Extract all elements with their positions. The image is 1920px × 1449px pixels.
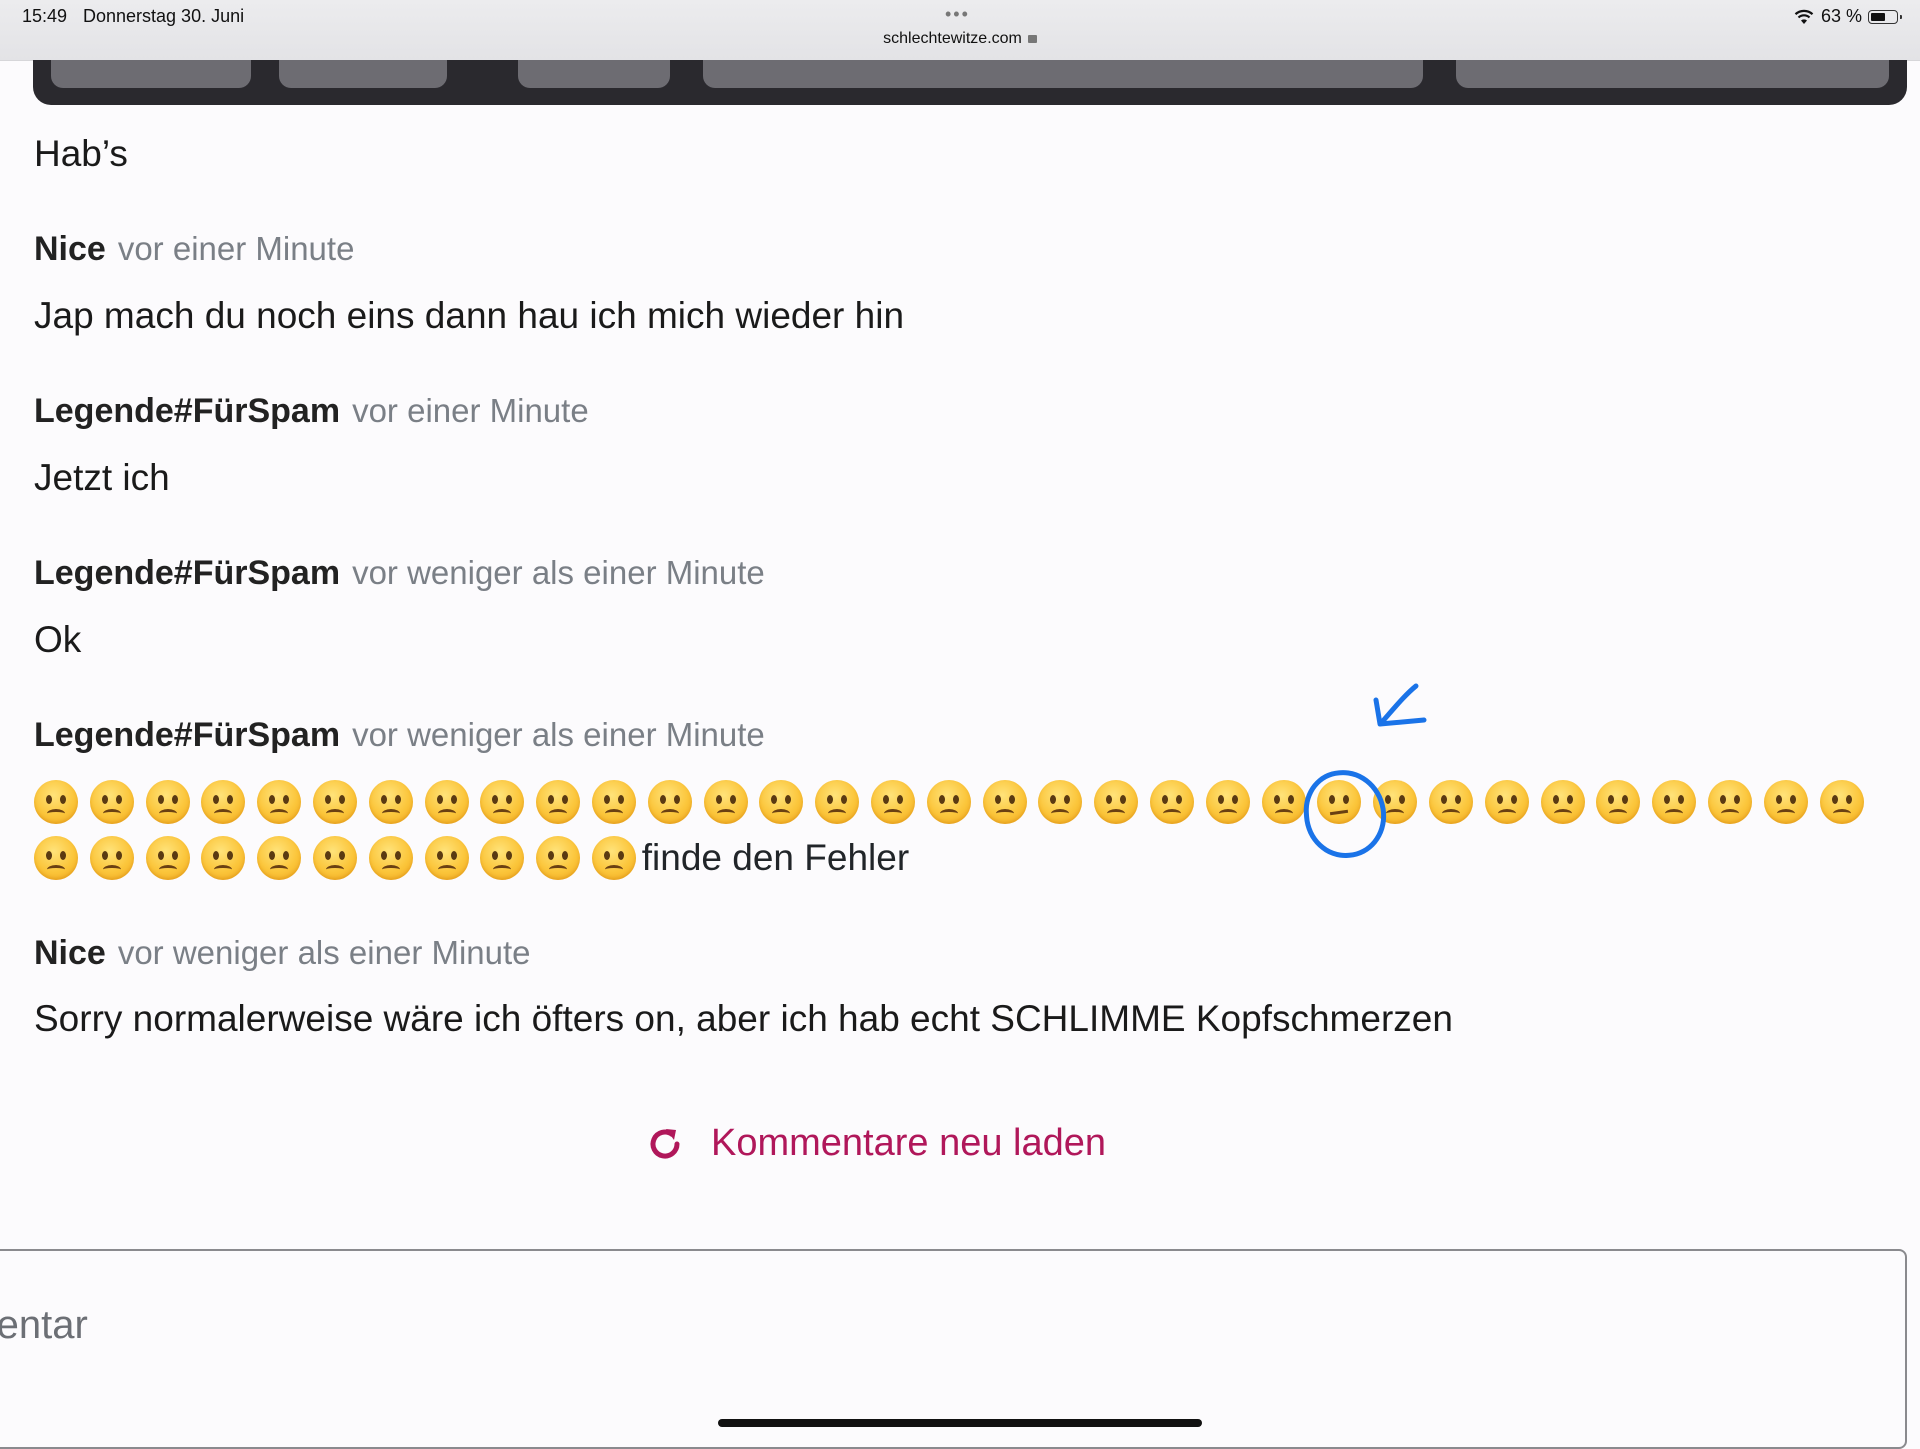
comment-text: Jetzt ich	[34, 457, 170, 498]
comment-meta: Legende#FürSpam vor weniger als einer Min…	[34, 716, 765, 755]
frowning-face-emoji	[312, 780, 357, 824]
frowning-face-emoji	[257, 780, 302, 824]
frowning-face-emoji	[145, 780, 190, 824]
frowning-face-emoji	[480, 836, 525, 880]
annotation-arrow-icon	[1373, 683, 1427, 727]
frowning-face-emoji	[424, 836, 469, 880]
frowning-face-emoji	[1540, 780, 1585, 824]
frowning-face-emoji	[424, 780, 469, 824]
comment-author[interactable]: Nice	[34, 230, 106, 268]
frowning-face-emoji	[536, 780, 581, 824]
frowning-face-emoji	[647, 780, 692, 824]
frowning-face-emoji	[1707, 780, 1752, 824]
comment-author[interactable]: Legende#FürSpam	[34, 392, 340, 430]
frowning-face-emoji	[926, 780, 971, 824]
frowning-face-emoji	[1094, 780, 1139, 824]
address-bar[interactable]: schlechtewitze.com	[0, 30, 1920, 48]
comment-text: finde den Fehler	[641, 837, 910, 878]
comment-text: Sorry normalerweise wäre ich öfters on, …	[34, 998, 1453, 1039]
keyboard-strip	[33, 60, 1907, 105]
comment-time: vor einer Minute	[352, 392, 589, 429]
comment-placeholder: mmentar	[0, 1303, 88, 1347]
comment-time: vor weniger als einer Minute	[352, 554, 765, 591]
key	[51, 60, 251, 88]
frowning-face-emoji	[89, 836, 134, 880]
frowning-face-emoji	[312, 836, 357, 880]
refresh-icon	[650, 1128, 680, 1159]
frowning-face-emoji	[703, 780, 748, 824]
frowning-face-emoji	[759, 780, 804, 824]
frowning-face-emoji	[870, 780, 915, 824]
lock-icon	[1027, 35, 1037, 43]
frowning-face-emoji	[1484, 780, 1529, 824]
comment-text: Hab’s	[34, 133, 128, 174]
status-bar: 15:49 Donnerstag 30. Juni ••• schlechtew…	[0, 0, 1920, 61]
frowning-face-emoji	[257, 836, 302, 880]
frowning-face-emoji	[89, 780, 134, 824]
reload-label: Kommentare neu laden	[711, 1122, 1107, 1164]
comment-meta: Nice vor weniger als einer Minute	[34, 934, 531, 973]
key	[1456, 60, 1889, 88]
emoji-row: finde den Fehler	[34, 836, 909, 880]
wifi-icon	[1794, 9, 1814, 24]
battery-icon	[1868, 9, 1902, 24]
frowning-face-emoji	[1428, 780, 1473, 824]
frowning-face-emoji	[591, 780, 636, 824]
comment-text: Jap mach du noch eins dann hau ich mich …	[34, 295, 905, 336]
frowning-face-emoji	[1261, 780, 1306, 824]
key	[518, 60, 670, 88]
url-text: schlechtewitze.com	[883, 30, 1022, 47]
frowning-face-emoji	[1596, 780, 1641, 824]
status-date: Donnerstag 30. Juni	[83, 6, 245, 26]
comment-author[interactable]: Legende#FürSpam	[34, 554, 340, 592]
frowning-face-emoji	[982, 780, 1027, 824]
reload-comments-button[interactable]: Kommentare neu laden	[645, 1122, 1106, 1165]
frowning-face-emoji	[1652, 780, 1697, 824]
key	[279, 60, 447, 88]
emoji-row	[34, 780, 1875, 824]
frowning-face-emoji	[201, 836, 246, 880]
frowning-face-emoji	[591, 836, 636, 880]
comment-author[interactable]: Legende#FürSpam	[34, 716, 340, 754]
comment-time: vor weniger als einer Minute	[117, 934, 531, 971]
comment-text: Ok	[34, 619, 82, 660]
frowning-face-emoji	[1038, 780, 1083, 824]
frowning-face-emoji	[34, 780, 78, 824]
frowning-face-emoji	[34, 836, 78, 880]
frowning-face-emoji	[1205, 780, 1250, 824]
frowning-face-emoji	[1819, 780, 1864, 824]
comment-meta: Legende#FürSpam vor einer Minute	[34, 392, 589, 431]
status-right: 63 %	[1793, 6, 1902, 27]
frowning-face-emoji	[368, 780, 413, 824]
battery-fill	[1871, 12, 1886, 21]
battery-percent: 63 %	[1820, 6, 1862, 26]
comment-meta: Nice vor einer Minute	[34, 230, 354, 269]
key	[703, 60, 1423, 88]
comment-time: vor einer Minute	[117, 230, 355, 267]
frowning-face-emoji	[536, 836, 581, 880]
comment-author[interactable]: Nice	[34, 934, 106, 972]
frowning-face-emoji	[1149, 780, 1194, 824]
comment-time: vor weniger als einer Minute	[352, 716, 765, 753]
frowning-face-emoji	[145, 836, 190, 880]
frowning-face-emoji	[480, 780, 525, 824]
comment-meta: Legende#FürSpam vor weniger als einer Min…	[34, 554, 765, 593]
home-indicator[interactable]	[718, 1419, 1202, 1427]
frowning-face-emoji	[201, 780, 246, 824]
status-time: 15:49	[22, 6, 68, 26]
more-dots-icon[interactable]: •••	[945, 4, 970, 25]
frowning-face-emoji	[1763, 780, 1808, 824]
frowning-face-emoji	[815, 780, 860, 824]
frowning-face-emoji	[368, 836, 413, 880]
